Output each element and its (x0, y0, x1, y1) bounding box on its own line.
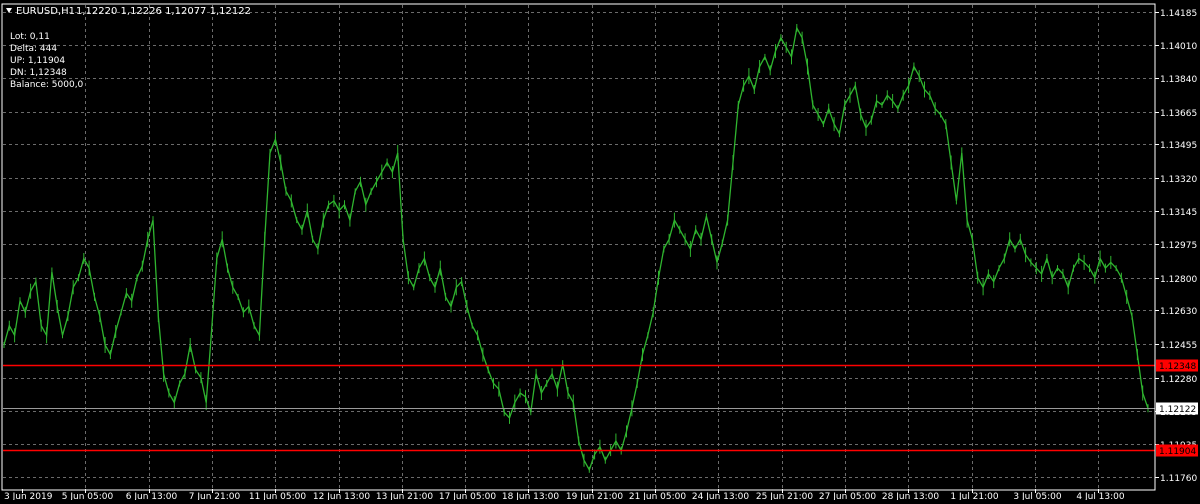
y-tick-label: 1.13145 (1160, 208, 1197, 218)
y-tick-label: 1.13665 (1160, 109, 1197, 119)
info-balance: Balance: 5000,0 (10, 80, 84, 90)
info-delta: Delta: 444 (10, 44, 57, 54)
x-tick-label: 7 Jun 21:00 (189, 492, 241, 500)
x-tick-label: 17 Jun 05:00 (439, 492, 496, 500)
x-tick-label: 21 Jun 05:00 (629, 492, 686, 500)
x-tick-label: 19 Jun 21:00 (566, 492, 623, 500)
x-tick-label: 3 Jun 2019 (4, 492, 53, 500)
y-tick-label: 1.13320 (1160, 175, 1197, 185)
chart-header: EURUSD,H1 1,12220 1,12226 1,12077 1,1212… (6, 6, 251, 17)
chart-background (0, 0, 1200, 500)
symbol-title: EURUSD,H1 (16, 6, 75, 17)
x-tick-label: 13 Jun 21:00 (376, 492, 433, 500)
ohlc-values: 1,12220 1,12226 1,12077 1,12122 (76, 6, 251, 17)
y-tick-label: 1.12975 (1160, 241, 1197, 251)
x-tick-label: 25 Jun 21:00 (756, 492, 813, 500)
y-tick-label: 1.12455 (1160, 341, 1197, 351)
price-chart[interactable]: 1.14185 1.14010 1.13840 1.13665 1.13495 1.133… (0, 0, 1200, 502)
x-tick-label: 28 Jun 13:00 (882, 492, 939, 500)
x-tick-label: 11 Jun 05:00 (249, 492, 306, 500)
current-price-label: 1.12122 (1159, 405, 1196, 415)
y-tick-label: 1.13495 (1160, 141, 1197, 151)
y-tick-label: 1.14185 (1160, 9, 1197, 19)
x-tick-label: 5 Jun 05:00 (62, 492, 114, 500)
info-up: UP: 1,11904 (10, 56, 65, 66)
y-tick-label: 1.13840 (1160, 75, 1197, 85)
x-tick-label: 1 Jul 21:00 (950, 492, 999, 500)
price-axis[interactable]: 1.14185 1.14010 1.13840 1.13665 1.13495 1.133… (1155, 9, 1198, 484)
hline-label: 1.12348 (1159, 362, 1196, 372)
y-tick-label: 1.11760 (1160, 474, 1197, 484)
x-tick-label: 3 Jul 05:00 (1013, 492, 1062, 500)
y-tick-label: 1.12800 (1160, 275, 1197, 285)
x-tick-label: 18 Jun 13:00 (502, 492, 559, 500)
y-tick-label: 1.14010 (1160, 42, 1197, 52)
y-tick-label: 1.12280 (1160, 375, 1197, 385)
chart-area[interactable]: 1.14185 1.14010 1.13840 1.13665 1.13495 1.133… (0, 0, 1200, 502)
x-tick-label: 27 Jun 05:00 (819, 492, 876, 500)
x-tick-label: 24 Jun 13:00 (692, 492, 749, 500)
x-tick-label: 4 Jul 13:00 (1076, 492, 1125, 500)
info-dn: DN: 1,12348 (10, 68, 67, 78)
hline-label: 1.11904 (1159, 447, 1196, 457)
y-tick-label: 1.12630 (1160, 307, 1197, 317)
x-tick-label: 6 Jun 13:00 (126, 492, 178, 500)
x-tick-label: 12 Jun 13:00 (313, 492, 370, 500)
info-lot: Lot: 0,11 (10, 32, 50, 42)
